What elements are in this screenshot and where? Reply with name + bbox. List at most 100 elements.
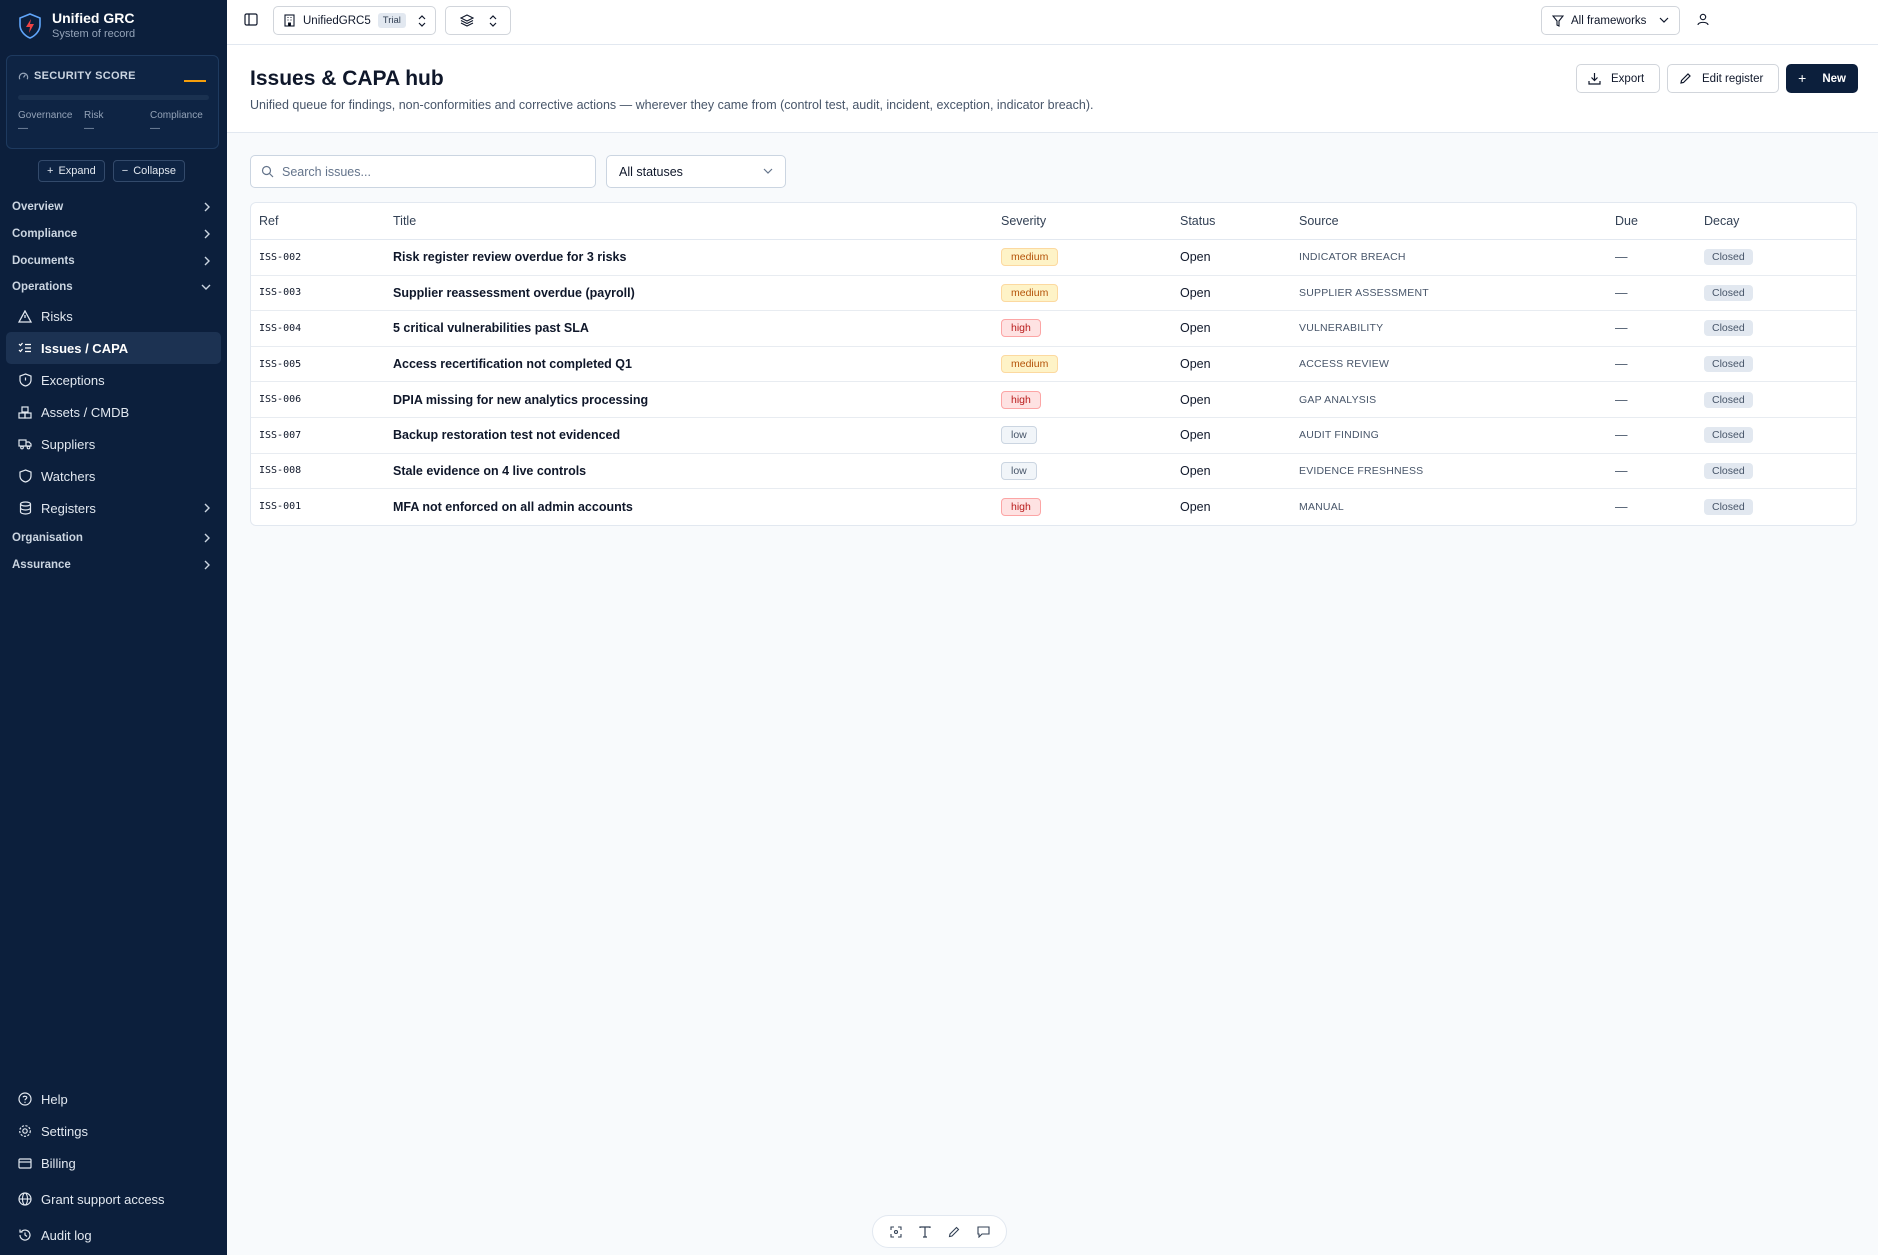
nav-section-assurance[interactable]: Assurance (0, 551, 227, 578)
plus-icon: + (47, 165, 54, 177)
user-menu-button[interactable] (1697, 13, 1709, 26)
issue-title: Supplier reassessment overdue (payroll) (393, 285, 635, 300)
nav-section-organisation[interactable]: Organisation (0, 524, 227, 551)
nav-section-label: Operations (12, 281, 73, 293)
score-col-name: Governance (18, 110, 73, 121)
expand-button[interactable]: + Expand (38, 160, 105, 182)
help-circle-icon (18, 1092, 32, 1106)
edit-register-label: Edit register (1702, 72, 1764, 85)
table-row[interactable]: ISS-004 5 critical vulnerabilities past S… (251, 311, 1856, 347)
issue-due: — (1615, 250, 1628, 265)
sidebar-item-label: Exceptions (41, 372, 105, 388)
nav-section-overview[interactable]: Overview (0, 193, 227, 220)
issue-source: MANUAL (1299, 500, 1344, 513)
sidebar-item-settings[interactable]: Settings (6, 1115, 221, 1147)
chevrons-up-down-icon (489, 14, 496, 27)
table-row[interactable]: ISS-008 Stale evidence on 4 live controls… (251, 454, 1856, 490)
new-issue-button[interactable]: New (1786, 64, 1858, 93)
nav-section-operations[interactable]: Operations (0, 274, 227, 300)
issue-decay: Closed (1704, 427, 1753, 444)
issue-severity: medium (1001, 248, 1059, 267)
score-risk: Risk — (84, 110, 150, 134)
issue-title: 5 critical vulnerabilities past SLA (393, 321, 589, 336)
issue-title: Risk register review overdue for 3 risks (393, 250, 627, 265)
sidebar-item-issues-capa[interactable]: Issues / CAPA (6, 332, 221, 364)
sidebar-item-grant-support-access[interactable]: Grant support access (6, 1183, 221, 1215)
column-header-decay[interactable]: Decay (1704, 214, 1739, 228)
sidebar-toggle-button[interactable] (244, 13, 258, 26)
brand-title: Unified GRC (52, 10, 135, 26)
text-tool-button[interactable] (918, 1225, 931, 1238)
search-input[interactable]: Search issues... (250, 155, 596, 188)
chevron-right-icon (204, 533, 210, 542)
sidebar-item-help[interactable]: Help (6, 1083, 221, 1115)
issue-decay: Closed (1704, 284, 1753, 301)
status-filter-select[interactable]: All statuses (606, 155, 786, 188)
sidebar-item-assets-cmdb[interactable]: Assets / CMDB (6, 396, 221, 428)
new-label: New (1822, 72, 1846, 85)
issue-ref: ISS-002 (259, 251, 302, 263)
score-col-value: — (84, 123, 94, 134)
gear-icon (18, 1124, 32, 1138)
draw-tool-button[interactable] (948, 1226, 960, 1238)
chevron-down-icon (1659, 17, 1669, 23)
collapse-button[interactable]: − Collapse (112, 160, 185, 182)
sidebar-item-registers[interactable]: Registers (6, 492, 221, 524)
chevron-right-icon (204, 560, 210, 569)
issue-decay: Closed (1704, 249, 1753, 266)
column-header-severity[interactable]: Severity (1001, 214, 1046, 228)
issue-severity: high (1001, 319, 1041, 338)
nav-section-documents[interactable]: Documents (0, 247, 227, 274)
issue-title: Stale evidence on 4 live controls (393, 463, 587, 478)
boxes-icon (18, 405, 32, 419)
sidebar-item-exceptions[interactable]: Exceptions (6, 364, 221, 396)
edit-register-button[interactable]: Edit register (1667, 64, 1779, 93)
download-icon (1588, 73, 1601, 85)
table-row[interactable]: ISS-007 Backup restoration test not evide… (251, 418, 1856, 454)
plus-icon (1798, 75, 1806, 82)
issue-severity-badge: medium (1001, 355, 1059, 374)
chevron-right-icon (204, 503, 210, 513)
table-row[interactable]: ISS-002 Risk register review overdue for … (251, 240, 1856, 276)
nav-section-label: Organisation (12, 531, 83, 544)
select-area-button[interactable] (889, 1225, 902, 1238)
sidebar-item-suppliers[interactable]: Suppliers (6, 428, 221, 460)
layers-icon (459, 14, 474, 27)
workspace-switcher[interactable] (445, 6, 511, 35)
column-header-ref[interactable]: Ref (259, 214, 278, 228)
text-icon (918, 1225, 931, 1238)
export-button[interactable]: Export (1576, 64, 1660, 93)
nav-section-compliance[interactable]: Compliance (0, 220, 227, 247)
framework-filter[interactable]: All frameworks (1541, 6, 1680, 35)
issue-decay-badge: Closed (1704, 427, 1753, 444)
table-row[interactable]: ISS-006 DPIA missing for new analytics pr… (251, 382, 1856, 418)
table-header: Ref Title Severity Status Source Due Dec… (251, 203, 1856, 240)
issue-decay: Closed (1704, 320, 1753, 337)
issue-ref: ISS-007 (259, 429, 302, 441)
table-row[interactable]: ISS-005 Access recertification not comple… (251, 347, 1856, 383)
comment-tool-button[interactable] (976, 1225, 990, 1238)
chevrons-up-down-icon (418, 14, 426, 27)
table-row[interactable]: ISS-003 Supplier reassessment overdue (pa… (251, 276, 1856, 312)
issue-severity: medium (1001, 355, 1059, 374)
sidebar-item-billing[interactable]: Billing (6, 1147, 221, 1179)
sidebar-item-audit-log[interactable]: Audit log (6, 1219, 221, 1251)
table-row[interactable]: ISS-001 MFA not enforced on all admin acc… (251, 489, 1856, 525)
shield-icon (18, 469, 32, 483)
organization-switcher[interactable]: UnifiedGRC5 Trial (273, 6, 436, 35)
issue-due: — (1615, 499, 1628, 514)
security-score-label: SECURITY SCORE (34, 70, 136, 82)
brand[interactable]: Unified GRC System of record (18, 10, 135, 41)
security-score-card[interactable]: SECURITY SCORE Governance — Risk — Complia… (6, 55, 219, 149)
issue-decay: Closed (1704, 498, 1753, 515)
column-header-status[interactable]: Status (1180, 214, 1215, 228)
chevron-down-icon (201, 284, 211, 290)
sidebar-item-watchers[interactable]: Watchers (6, 460, 221, 492)
filter-icon (1552, 14, 1564, 27)
column-header-due[interactable]: Due (1615, 214, 1638, 228)
sidebar-item-risks[interactable]: Risks (6, 300, 221, 332)
column-header-source[interactable]: Source (1299, 214, 1339, 228)
issue-status: Open (1180, 392, 1211, 407)
column-header-title[interactable]: Title (393, 214, 416, 228)
issue-decay-badge: Closed (1704, 320, 1753, 337)
